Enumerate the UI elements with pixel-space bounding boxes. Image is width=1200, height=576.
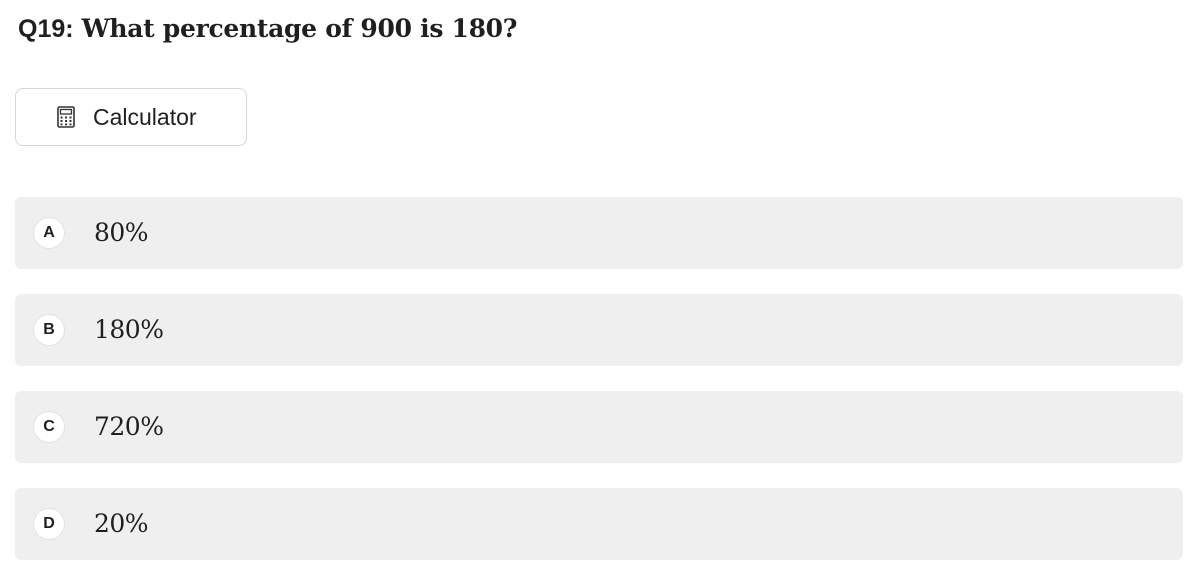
calculator-button[interactable]: Calculator xyxy=(15,88,247,146)
option-a-letter-badge: A xyxy=(33,217,65,249)
question-heading: Q19 : What percentage of 900 is 180? xyxy=(18,14,517,54)
option-b-letter-badge: B xyxy=(33,314,65,346)
option-c-text: 720% xyxy=(94,412,164,441)
question-number: Q19 xyxy=(18,15,66,43)
calculator-icon xyxy=(57,106,75,128)
option-d-text: 20% xyxy=(94,509,149,538)
option-d-letter-badge: D xyxy=(33,508,65,540)
option-a[interactable]: A 80% xyxy=(15,197,1183,269)
calculator-label: Calculator xyxy=(93,103,197,130)
option-d[interactable]: D 20% xyxy=(15,488,1183,560)
option-a-text: 80% xyxy=(94,218,149,247)
option-b-text: 180% xyxy=(94,315,164,344)
option-b[interactable]: B 180% xyxy=(15,294,1183,366)
option-c[interactable]: C 720% xyxy=(15,391,1183,463)
option-c-letter-badge: C xyxy=(33,411,65,443)
question-text: What percentage of 900 is 180? xyxy=(81,14,518,43)
question-separator: : xyxy=(65,15,74,43)
